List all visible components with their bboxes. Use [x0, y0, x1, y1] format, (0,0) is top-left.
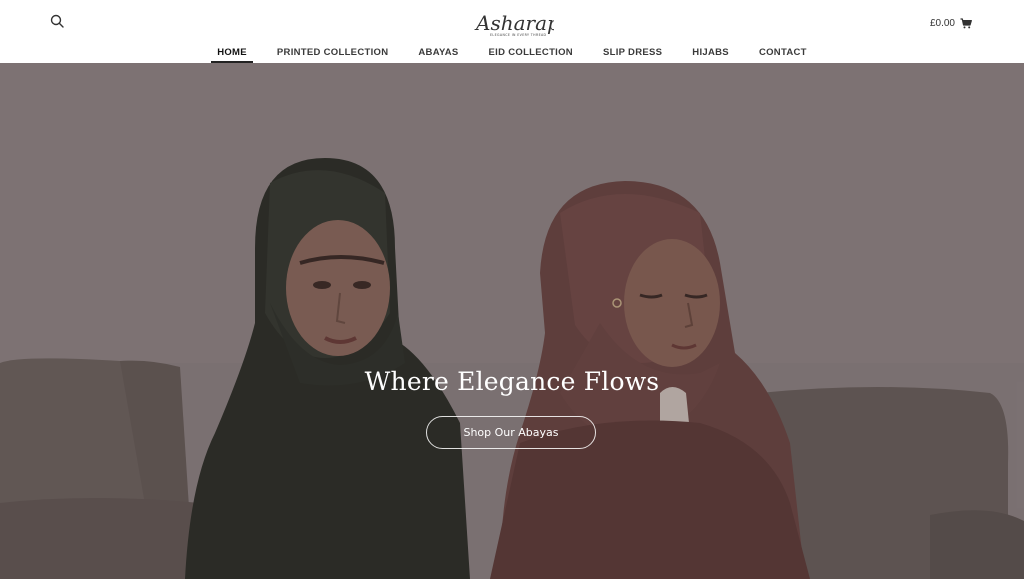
nav-item-hijabs[interactable]: HIJABS: [677, 45, 744, 61]
hero-banner: Where Elegance Flows Shop Our Abayas: [0, 63, 1024, 579]
cart-icon: [960, 17, 972, 28]
hero-overlay: [0, 63, 1024, 579]
search-icon: [50, 14, 64, 28]
hero-title: Where Elegance Flows: [364, 367, 660, 396]
nav-item-abayas[interactable]: ABAYAS: [403, 45, 473, 61]
nav-item-eid-collection[interactable]: EID COLLECTION: [474, 45, 588, 61]
nav-item-slip-dress[interactable]: SLIP DRESS: [588, 45, 677, 61]
logo-mark: Asharap ELEGANCE IN EVERY THREAD: [474, 11, 560, 37]
logo-text: Asharap: [474, 11, 554, 35]
nav-item-contact[interactable]: CONTACT: [744, 45, 822, 61]
cart-total: £0.00: [929, 17, 955, 29]
nav-item-printed-collection[interactable]: PRINTED COLLECTION: [262, 45, 403, 61]
site-header: Asharap ELEGANCE IN EVERY THREAD £0.00 H…: [0, 0, 1024, 63]
logo-tagline: ELEGANCE IN EVERY THREAD: [490, 33, 547, 37]
search-button[interactable]: [50, 14, 68, 32]
site-logo[interactable]: Asharap ELEGANCE IN EVERY THREAD: [472, 6, 560, 40]
nav-item-home[interactable]: HOME: [202, 45, 262, 63]
cart-button[interactable]: £0.00: [930, 15, 972, 31]
main-nav: HOME PRINTED COLLECTION ABAYAS EID COLLE…: [0, 45, 1024, 63]
shop-abayas-button[interactable]: Shop Our Abayas: [426, 416, 596, 449]
